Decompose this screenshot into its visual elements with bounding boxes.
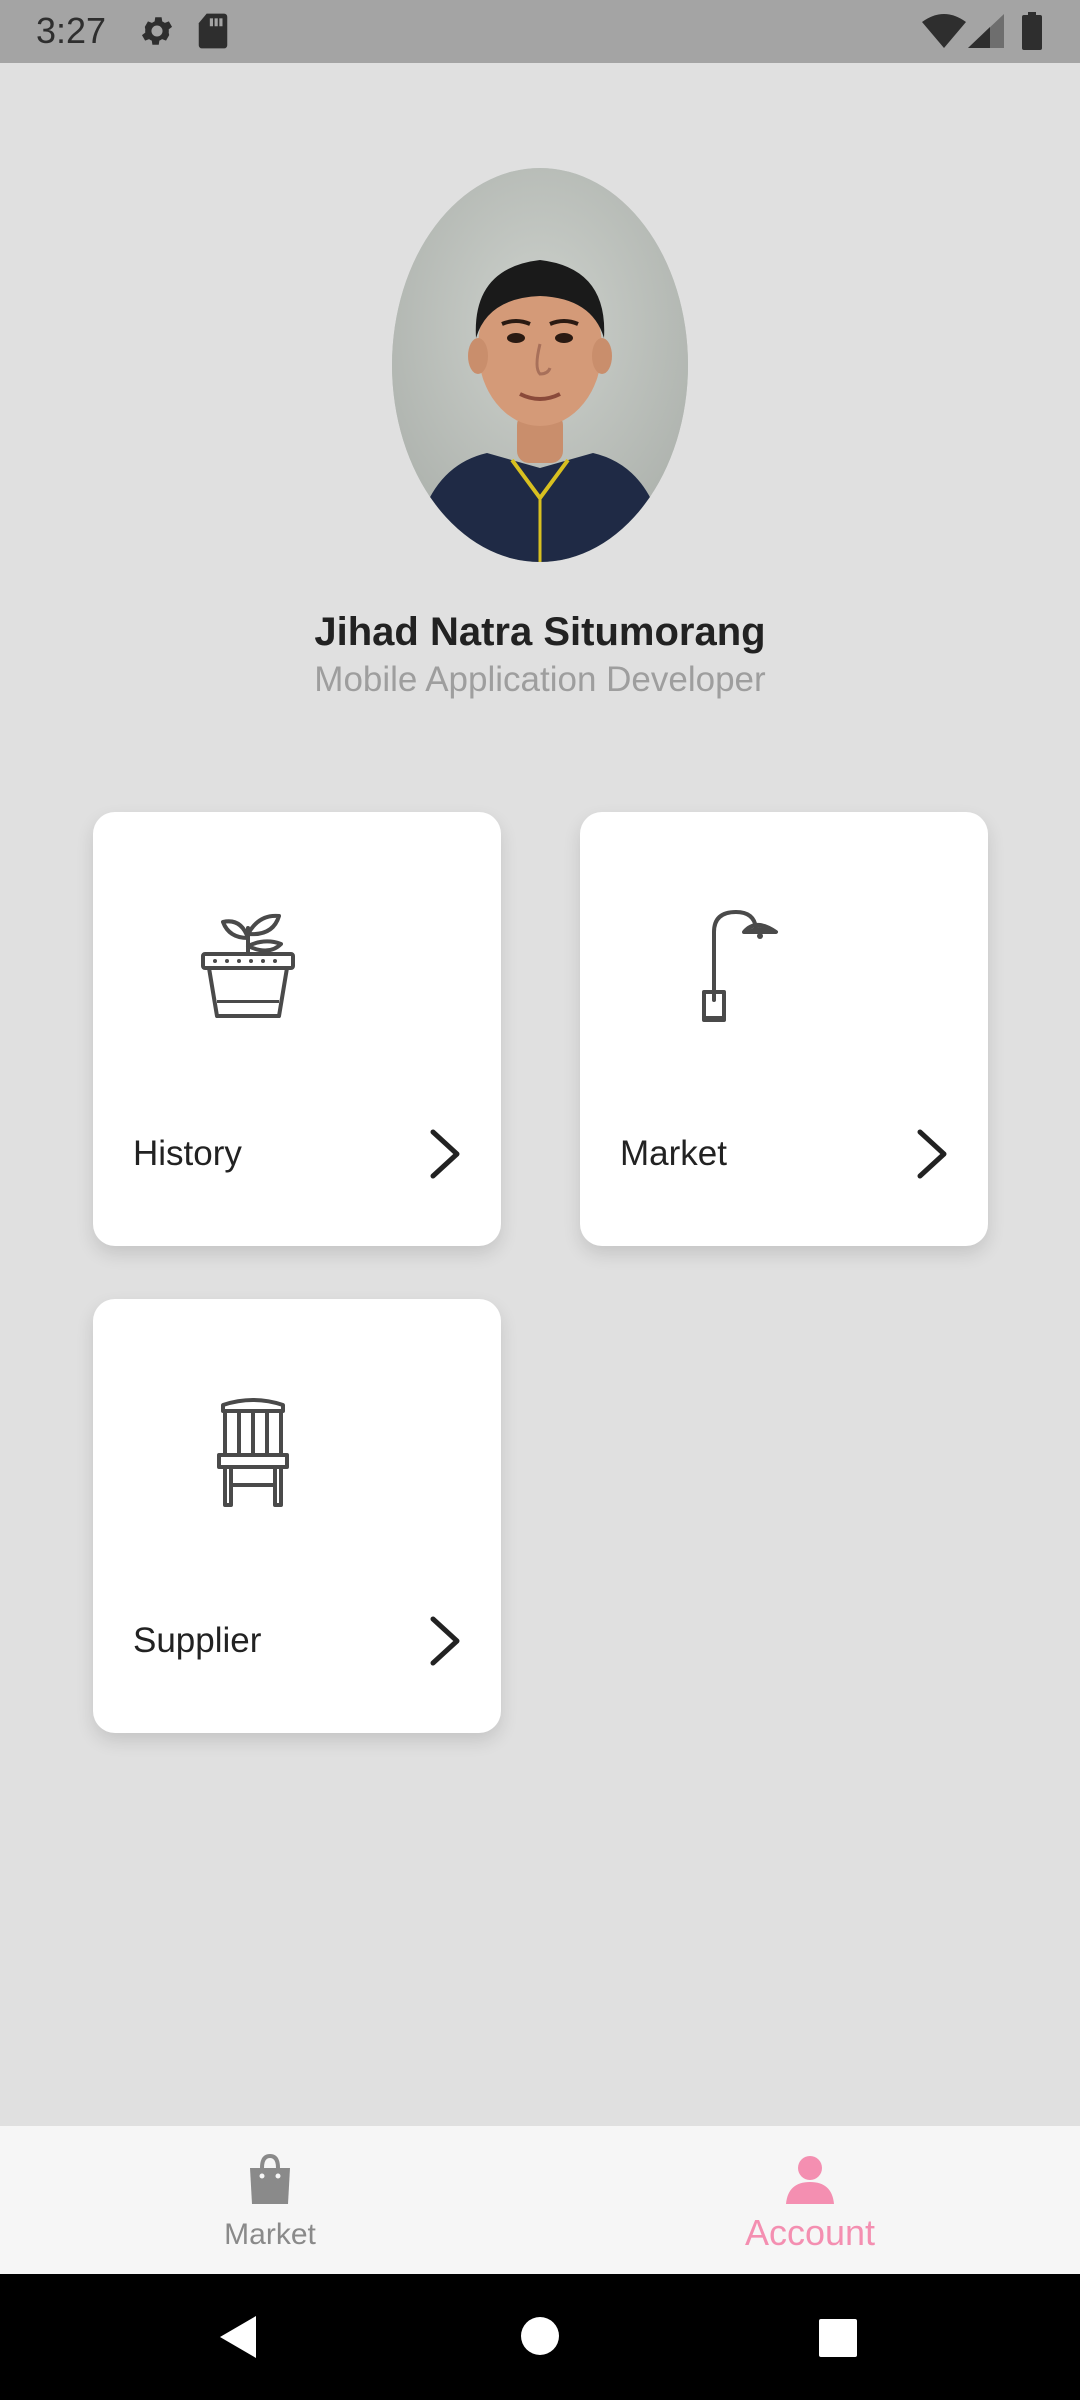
person-icon — [782, 2152, 838, 2208]
market-card[interactable]: Market — [580, 812, 988, 1246]
supplier-card[interactable]: Supplier — [93, 1299, 501, 1733]
chevron-right-icon — [425, 1613, 465, 1669]
profile-role: Mobile Application Developer — [314, 660, 766, 699]
signal-icon — [968, 14, 1004, 53]
home-icon[interactable] — [520, 2316, 560, 2361]
wifi-icon — [922, 14, 966, 53]
nav-label-account: Account — [744, 2212, 876, 2253]
plant-pot-icon — [193, 904, 313, 1024]
gear-icon — [138, 12, 176, 55]
system-navigation-bar — [0, 2274, 1080, 2400]
supplier-label: Supplier — [133, 1621, 262, 1660]
account-screen: 3:27 Jihad Natra Situmorang Mobile Appli… — [0, 0, 1080, 2400]
chair-icon — [193, 1391, 313, 1511]
battery-icon — [1022, 12, 1042, 55]
shopping-bag-icon — [242, 2152, 298, 2208]
bottom-navigation: Market Account — [0, 2126, 1080, 2274]
market-label: Market — [620, 1134, 727, 1173]
chevron-right-icon — [425, 1126, 465, 1182]
status-bar: 3:27 — [0, 0, 1080, 63]
profile-avatar — [392, 168, 688, 562]
sd-card-icon — [196, 12, 230, 55]
profile-photo — [392, 168, 688, 562]
profile-name: Jihad Natra Situmorang — [314, 610, 766, 654]
recents-icon[interactable] — [818, 2318, 858, 2363]
nav-item-account[interactable]: Account — [540, 2126, 1080, 2274]
history-label: History — [133, 1134, 242, 1173]
nav-label-market: Market — [224, 2218, 316, 2251]
back-icon[interactable] — [216, 2314, 260, 2365]
status-time: 3:27 — [36, 10, 107, 51]
nav-item-market[interactable]: Market — [0, 2126, 540, 2274]
history-card[interactable]: History — [93, 812, 501, 1246]
chevron-right-icon — [912, 1126, 952, 1182]
street-lamp-icon — [680, 904, 800, 1024]
